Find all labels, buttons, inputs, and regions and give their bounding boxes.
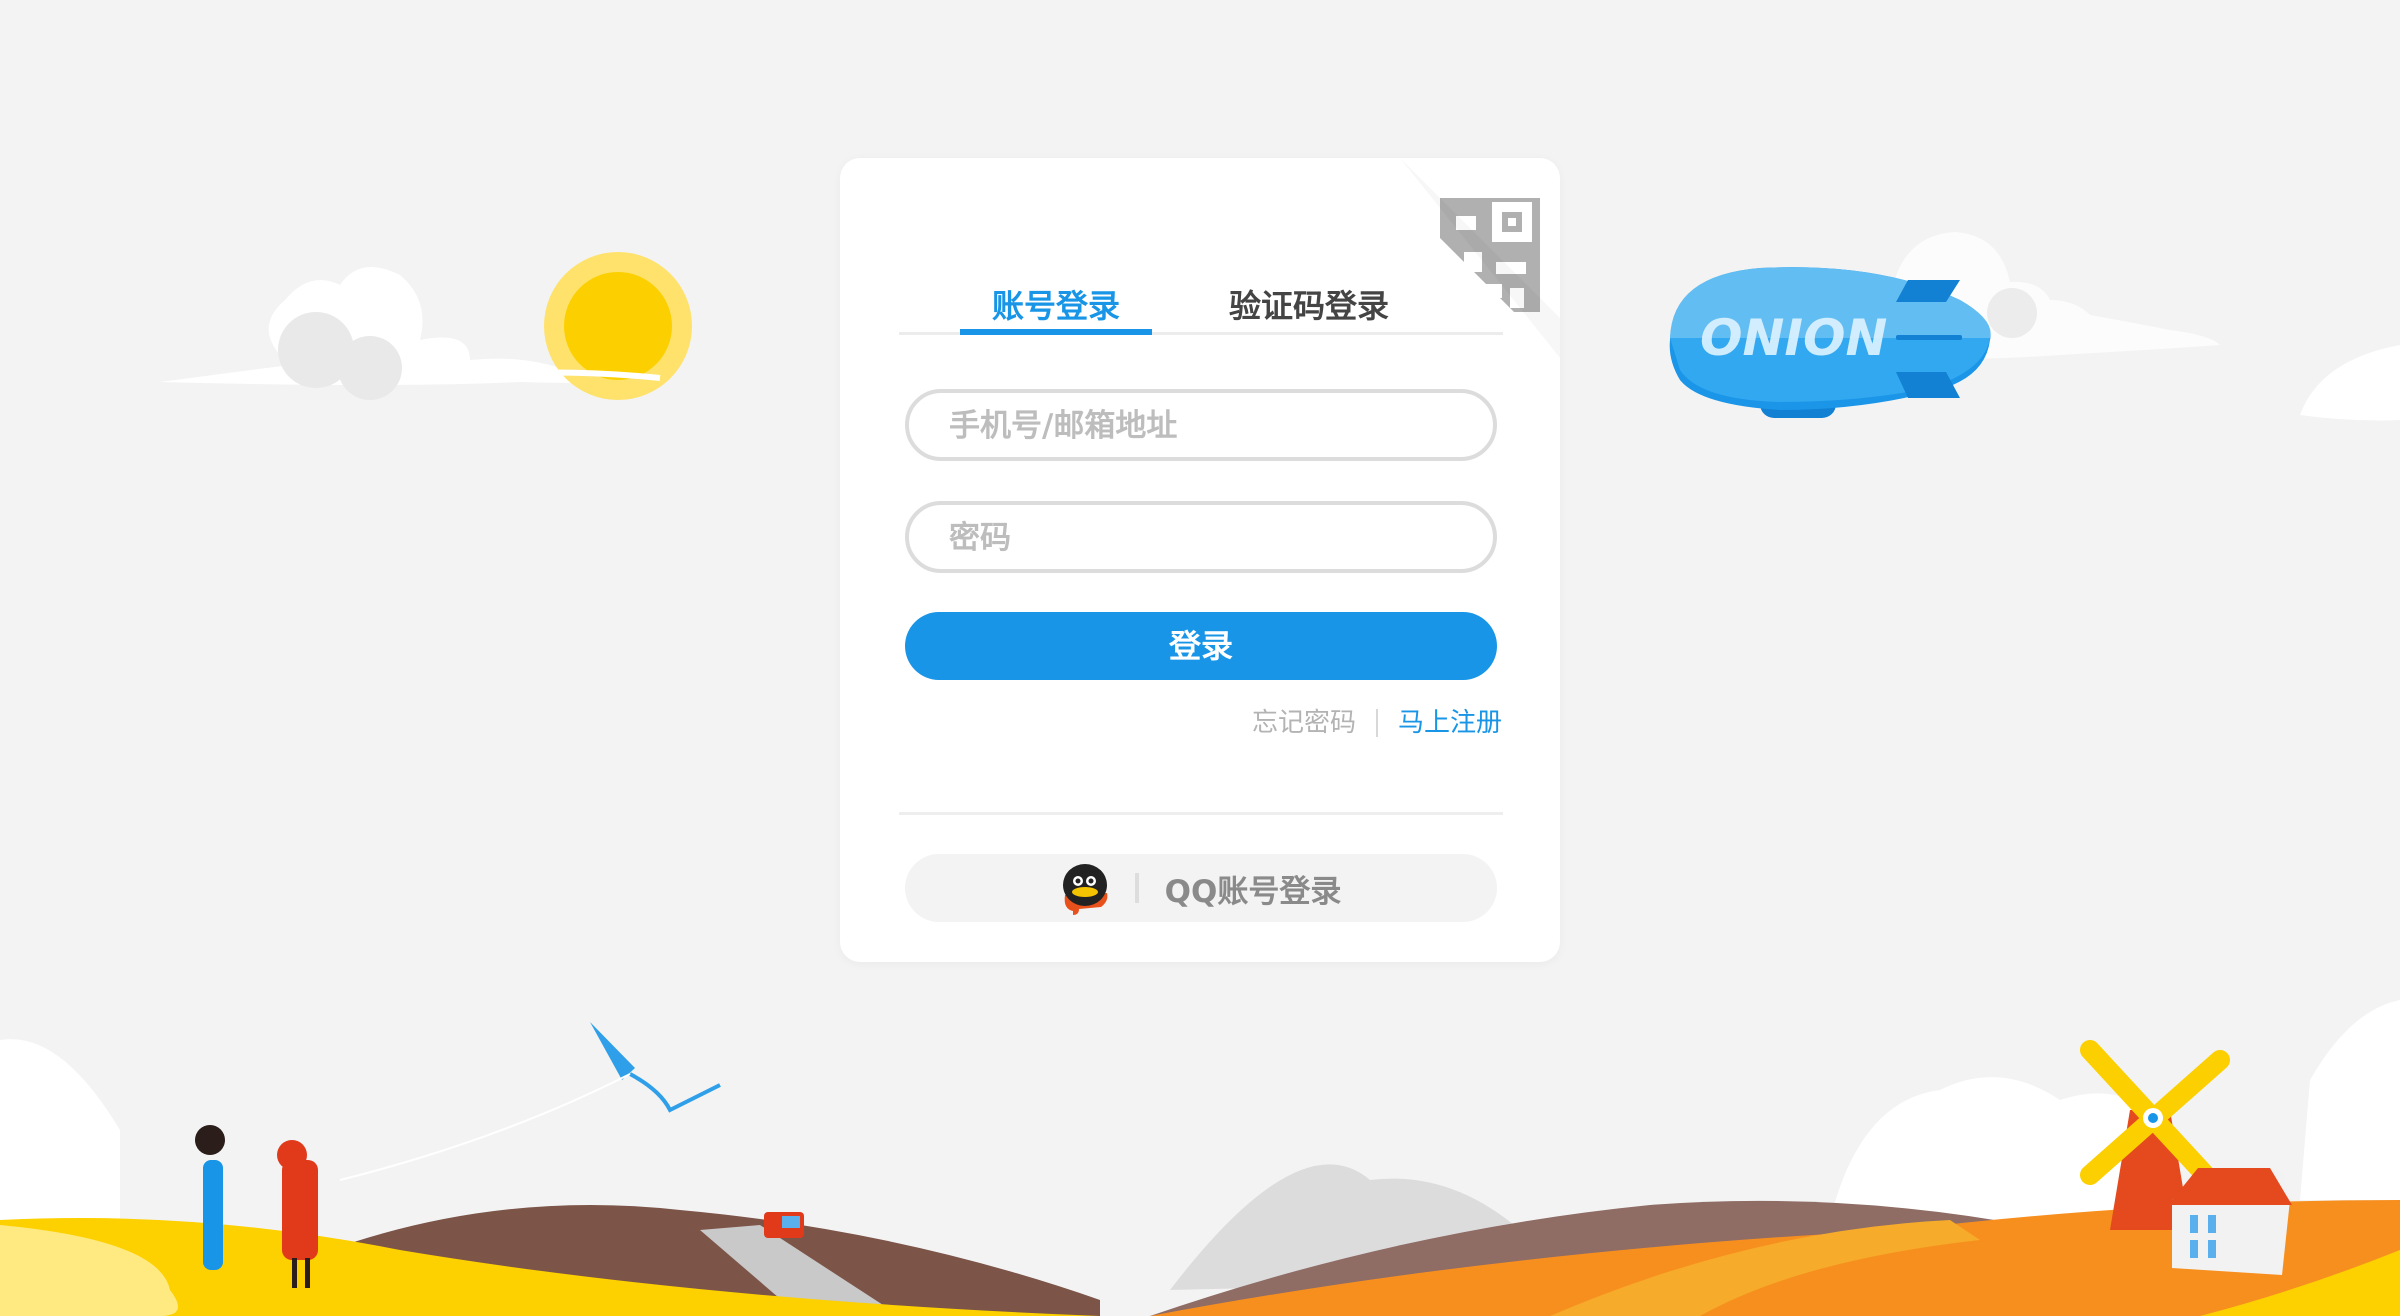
account-input[interactable] bbox=[947, 393, 1471, 459]
tab-code-login[interactable]: 验证码登录 bbox=[1229, 258, 1545, 332]
blimp-text: ONION bbox=[1700, 309, 1887, 367]
blimp: ONION bbox=[1669, 267, 1991, 418]
account-field bbox=[905, 389, 1497, 461]
qq-separator bbox=[1134, 873, 1139, 903]
qq-login-button[interactable]: QQ账号登录 bbox=[905, 854, 1497, 922]
account-links: 忘记密码 马上注册 bbox=[1252, 706, 1502, 740]
password-field bbox=[905, 501, 1497, 573]
landscape bbox=[0, 1000, 2400, 1316]
qq-penguin-icon bbox=[1062, 864, 1108, 915]
login-button[interactable]: 登录 bbox=[905, 612, 1497, 680]
password-input[interactable] bbox=[947, 505, 1471, 571]
register-link[interactable]: 马上注册 bbox=[1398, 706, 1502, 740]
forgot-password-link[interactable]: 忘记密码 bbox=[1252, 706, 1356, 740]
tab-account-login[interactable]: 账号登录 bbox=[960, 258, 1152, 335]
divider bbox=[899, 812, 1503, 815]
login-card: 账号登录 验证码登录 登录 忘记密码 马上注册 QQ账号登录 bbox=[840, 158, 1560, 962]
link-separator bbox=[1375, 709, 1378, 737]
login-tabs: 账号登录 验证码登录 bbox=[899, 258, 1503, 335]
sun bbox=[544, 252, 692, 400]
qq-login-label: QQ账号登录 bbox=[1164, 873, 1342, 910]
